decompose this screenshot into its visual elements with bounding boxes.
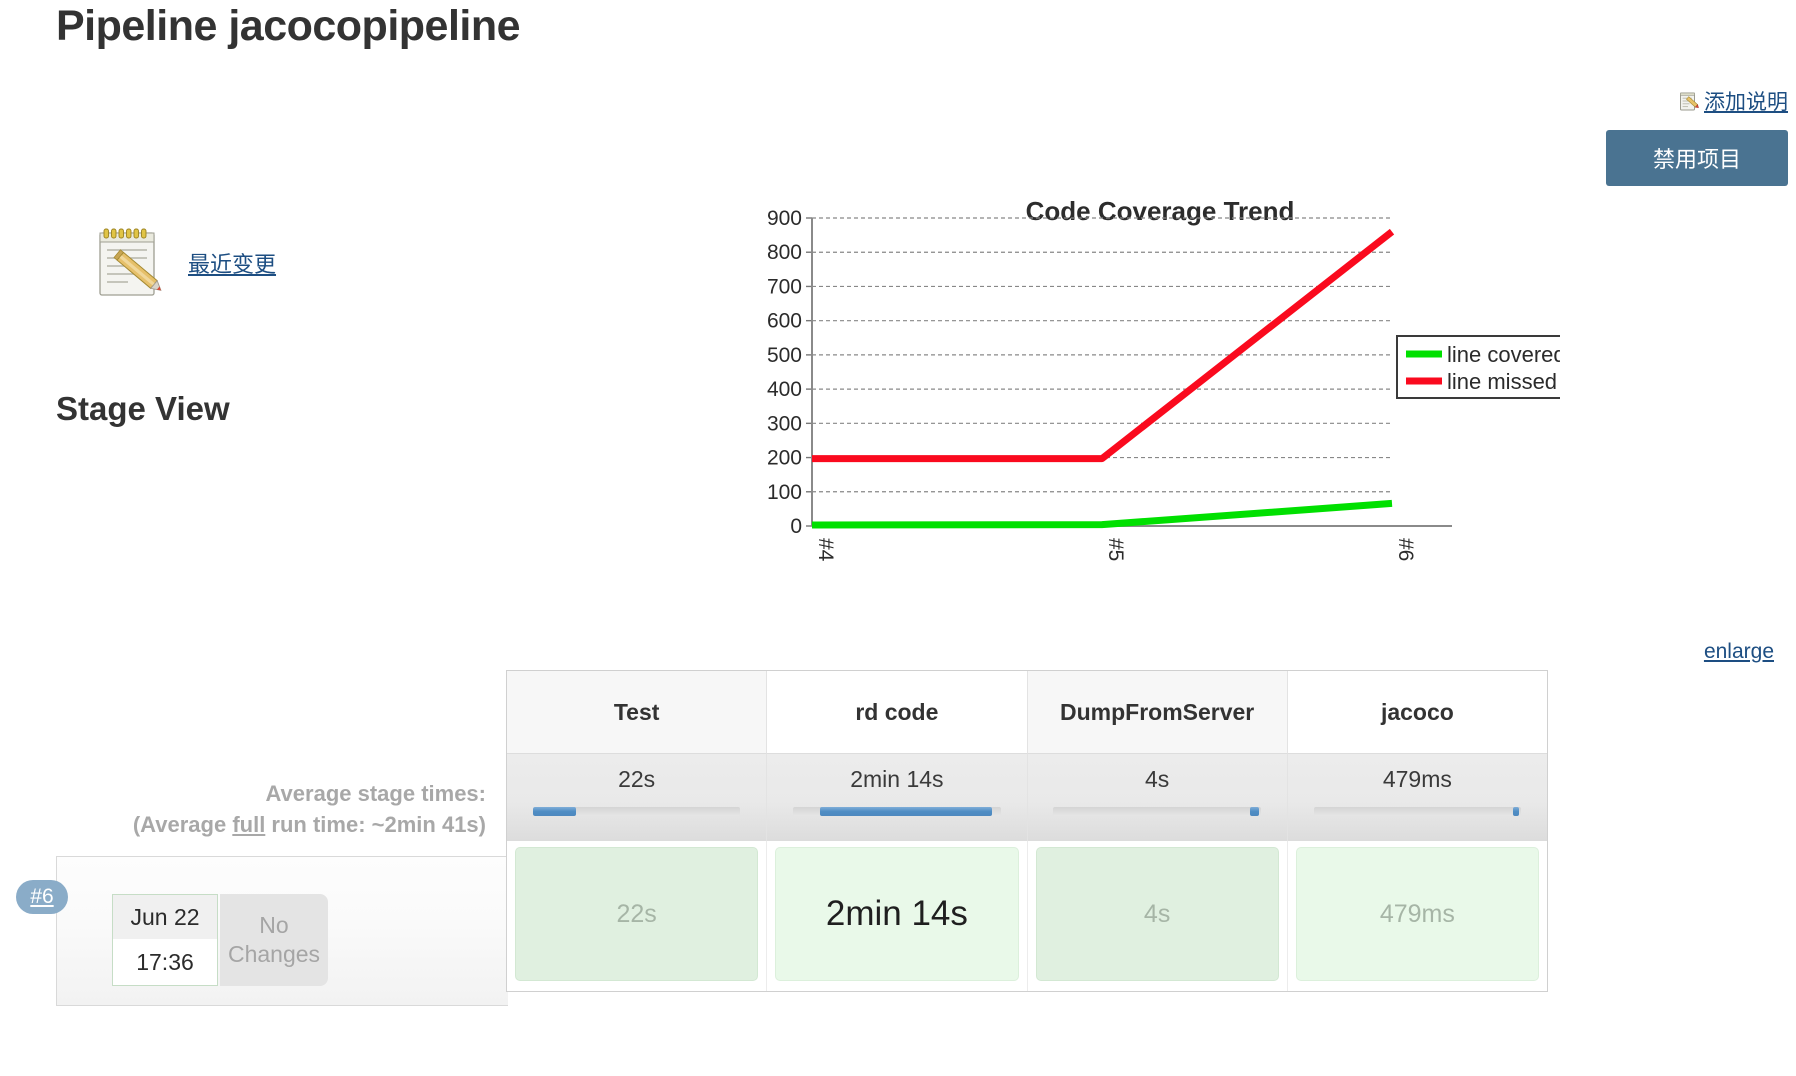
stage-duration-bar	[1314, 807, 1521, 816]
avg-caption-pre: (Average	[133, 812, 232, 837]
chart-y-tick-label: 700	[767, 275, 802, 298]
stage-average-cell: 22s	[507, 753, 767, 841]
stage-duration-bar-fill	[820, 807, 992, 816]
average-stage-times-caption: Average stage times: (Average full run t…	[100, 778, 486, 840]
stage-run-status-box[interactable]: 479ms	[1296, 847, 1539, 981]
avg-caption-line2: (Average full run time: ~2min 41s)	[100, 809, 486, 840]
chart-y-tick-label: 100	[767, 481, 802, 504]
notepad-pencil-icon	[1679, 90, 1701, 112]
stage-duration-bar-fill	[1513, 807, 1519, 816]
recent-changes-row[interactable]: 最近变更	[90, 225, 276, 301]
stage-run-duration: 4s	[1144, 900, 1170, 929]
stage-run-status-box[interactable]: 2min 14s	[775, 847, 1018, 981]
stage-average-cell: 2min 14s	[767, 753, 1027, 841]
stage-header-cell: rd code	[767, 671, 1027, 753]
stage-run-cell[interactable]: 479ms	[1288, 841, 1547, 991]
build-time: 17:36	[113, 939, 217, 985]
stage-duration-bar	[793, 807, 1000, 816]
chart-y-tick-label: 0	[790, 515, 802, 538]
stage-average-time: 2min 14s	[850, 766, 943, 793]
page-title: Pipeline jacocopipeline	[56, 2, 520, 51]
add-description-label: 添加说明	[1704, 86, 1788, 116]
stage-average-time: 4s	[1145, 766, 1169, 793]
stage-duration-bar-fill	[1250, 807, 1258, 816]
chart-legend-label: line missed	[1447, 369, 1557, 394]
build-number-badge[interactable]: #6	[16, 880, 68, 914]
chart-series-line	[812, 232, 1392, 459]
avg-caption-full: full	[232, 812, 265, 837]
avg-caption-line1: Average stage times:	[100, 778, 486, 809]
build-datetime[interactable]: Jun 22 17:36	[112, 894, 218, 986]
stage-run-duration: 479ms	[1380, 900, 1455, 929]
chart-y-tick-label: 800	[767, 241, 802, 264]
stage-header-row: Testrd codeDumpFromServerjacoco	[507, 671, 1547, 753]
stage-run-cell[interactable]: 2min 14s	[767, 841, 1027, 991]
chart-series-line	[812, 503, 1392, 525]
stage-duration-bar	[1053, 807, 1260, 816]
chart-y-tick-label: 400	[767, 378, 802, 401]
chart-x-tick-label: #6	[1394, 538, 1417, 561]
stage-duration-bar	[533, 807, 740, 816]
chart-x-tick-label: #5	[1104, 538, 1127, 561]
recent-changes-link[interactable]: 最近变更	[188, 247, 276, 279]
stage-run-cell[interactable]: 4s	[1028, 841, 1288, 991]
disable-project-button[interactable]: 禁用项目	[1606, 130, 1788, 186]
chart-y-tick-label: 900	[767, 207, 802, 230]
stage-run-duration: 2min 14s	[826, 894, 968, 934]
chart-y-tick-label: 600	[767, 310, 802, 333]
chart-y-tick-label: 500	[767, 344, 802, 367]
notepad-pencil-icon	[90, 225, 172, 301]
stage-header-cell: DumpFromServer	[1028, 671, 1288, 753]
stage-view-heading: Stage View	[56, 390, 230, 428]
code-coverage-trend-chart: Code Coverage Trend 01002003004005006007…	[760, 196, 1560, 596]
avg-caption-post: run time: ~2min 41s)	[265, 812, 486, 837]
stage-average-time: 22s	[618, 766, 655, 793]
stage-run-cell[interactable]: 22s	[507, 841, 767, 991]
build-changes[interactable]: No Changes	[220, 894, 328, 986]
chart-x-tick-label: #4	[814, 538, 837, 562]
build-meta: Jun 22 17:36 No Changes	[112, 894, 328, 986]
stage-run-row-cells: 22s 2min 14s 4s 479ms	[507, 841, 1547, 991]
stage-average-time: 479ms	[1383, 766, 1452, 793]
stage-average-cell: 479ms	[1288, 753, 1547, 841]
enlarge-link[interactable]: enlarge	[1704, 640, 1774, 664]
build-date: Jun 22	[113, 895, 217, 939]
stage-run-status-box[interactable]: 22s	[515, 847, 758, 981]
stage-run-status-box[interactable]: 4s	[1036, 847, 1279, 981]
chart-canvas: 0 100 200 300 400 500 600 700 800 900 #4 #5 #6 line c…	[760, 196, 1560, 596]
stage-view-table: Testrd codeDumpFromServerjacoco 22s 2min …	[506, 670, 1548, 992]
chart-legend-label: line covered	[1447, 342, 1560, 367]
stage-duration-bar-fill	[533, 807, 577, 816]
chart-y-tick-label: 200	[767, 447, 802, 470]
stage-header-cell: jacoco	[1288, 671, 1547, 753]
add-description-link[interactable]: 添加说明	[1679, 86, 1788, 116]
stage-average-row: 22s 2min 14s 4s 479ms	[507, 753, 1547, 841]
stage-run-duration: 22s	[616, 900, 656, 929]
chart-y-tick-label: 300	[767, 412, 802, 435]
stage-header-cell: Test	[507, 671, 767, 753]
stage-average-cell: 4s	[1028, 753, 1288, 841]
